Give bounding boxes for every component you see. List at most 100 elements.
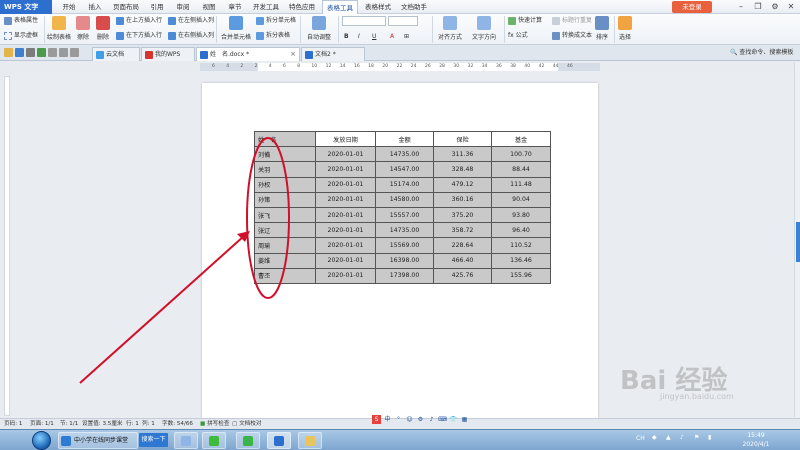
tab-active-document[interactable]: 姓 名.docx * ×: [196, 47, 300, 61]
scrollbar-thumb[interactable]: [796, 222, 800, 262]
bold-icon[interactable]: B: [344, 32, 349, 42]
tray-flag-icon[interactable]: ⚑: [694, 434, 699, 441]
table-cell[interactable]: 14547.00: [375, 161, 434, 178]
quick-calc-button[interactable]: 快速计算: [508, 16, 542, 26]
taskbar-app-3[interactable]: [236, 432, 260, 449]
name-cell[interactable]: 关羽: [254, 161, 316, 178]
header-cell[interactable]: 发放日期: [315, 130, 376, 148]
table-cell[interactable]: 2020-01-01: [315, 146, 376, 163]
header-cell[interactable]: 金额: [375, 130, 434, 148]
border-icon[interactable]: ⊞: [404, 32, 409, 42]
menu-item[interactable]: 引用: [146, 0, 168, 14]
table-cell[interactable]: 2020-01-01: [315, 191, 376, 208]
table-cell[interactable]: 2020-01-01: [315, 206, 376, 224]
name-cell[interactable]: 曹丕: [254, 267, 316, 284]
table-cell[interactable]: 16398.00: [375, 252, 434, 269]
table-cell[interactable]: 88.44: [491, 161, 551, 178]
close-tab-icon[interactable]: ×: [290, 48, 296, 61]
restore-icon[interactable]: ❐: [752, 1, 764, 13]
title-repeat-button[interactable]: 标题行重复: [552, 16, 592, 26]
ime-toolbar[interactable]: S 中 ° ☺ ⚙ ♪ ⌨ 👕 ▦: [372, 415, 471, 427]
table-cell[interactable]: 15569.00: [375, 237, 434, 254]
toolbox-icon[interactable]: ▦: [460, 415, 469, 424]
app-menu-button[interactable]: WPS 文字: [0, 0, 52, 14]
align-button[interactable]: 对齐方式: [434, 16, 466, 41]
horizontal-ruler[interactable]: 6 4 2 2 4 6 8 10 12 14 16 18 20 22 24 26 28 30 32 34 36 38 40 4…: [200, 63, 600, 71]
table-props-button[interactable]: 表格属性: [4, 16, 38, 26]
tab-cloud-doc[interactable]: 云文档: [92, 47, 140, 61]
mic-icon[interactable]: ♪: [427, 415, 436, 424]
login-button[interactable]: 未登录: [672, 1, 712, 13]
insert-right-button[interactable]: 在右侧插入列: [168, 31, 214, 41]
menu-item[interactable]: 特色应用: [286, 0, 318, 14]
table-cell[interactable]: 311.36: [433, 146, 492, 163]
name-cell[interactable]: 周瑜: [254, 237, 316, 254]
insert-below-button[interactable]: 在下方插入行: [116, 31, 162, 41]
split-table-button[interactable]: 拆分表格: [256, 31, 290, 41]
system-clock[interactable]: 15:49 2020/4/1: [735, 431, 777, 449]
table-cell[interactable]: 15557.00: [375, 206, 434, 224]
table-cell[interactable]: 90.04: [491, 191, 551, 208]
table-cell[interactable]: 360.16: [433, 191, 492, 208]
chinese-mode-icon[interactable]: 中: [383, 415, 392, 424]
table-cell[interactable]: 110.52: [491, 237, 551, 254]
tray-network-icon[interactable]: ▲: [666, 434, 671, 441]
vertical-ruler[interactable]: [4, 76, 10, 416]
table-cell[interactable]: 155.96: [491, 267, 551, 284]
name-cell[interactable]: 张辽: [254, 222, 316, 239]
tray-volume-icon[interactable]: ♪: [680, 434, 684, 441]
formula-button[interactable]: fx 公式: [508, 31, 528, 41]
undo-icon[interactable]: [59, 48, 68, 57]
table-cell[interactable]: 14580.00: [375, 191, 434, 208]
table-cell[interactable]: 2020-01-01: [315, 161, 376, 178]
table-cell[interactable]: 17398.00: [375, 267, 434, 284]
insert-left-button[interactable]: 在左侧插入列: [168, 16, 214, 26]
tab-document-2[interactable]: 文档2 *: [301, 47, 365, 61]
name-cell[interactable]: 张飞: [254, 206, 316, 224]
tray-shield-icon[interactable]: ◆: [652, 434, 657, 441]
table-cell[interactable]: 2020-01-01: [315, 252, 376, 269]
table-cell[interactable]: 466.40: [433, 252, 492, 269]
italic-icon[interactable]: I: [358, 32, 360, 42]
ime-indicator[interactable]: CH: [636, 435, 645, 442]
table-cell[interactable]: 479.12: [433, 176, 492, 193]
header-cell[interactable]: 基金: [491, 130, 551, 148]
select-button[interactable]: 选择: [616, 16, 634, 41]
close-icon[interactable]: ✕: [785, 1, 797, 13]
table-cell[interactable]: 2020-01-01: [315, 176, 376, 193]
menu-item[interactable]: 审阅: [172, 0, 194, 14]
name-cell[interactable]: 姜维: [254, 252, 316, 269]
find-command[interactable]: 🔍 查找命令、搜索模板: [730, 47, 793, 59]
open-icon[interactable]: [4, 48, 13, 57]
taskbar-app-1[interactable]: [174, 432, 198, 449]
name-cell[interactable]: 孙策: [254, 191, 316, 208]
font-name-select[interactable]: [342, 16, 386, 26]
underline-icon[interactable]: U: [372, 32, 376, 42]
redo-icon[interactable]: [70, 48, 79, 57]
start-button[interactable]: [32, 431, 51, 450]
table-cell[interactable]: 328.48: [433, 161, 492, 178]
minimize-icon[interactable]: –: [735, 1, 747, 13]
table-cell[interactable]: 2020-01-01: [315, 267, 376, 284]
preview-icon[interactable]: [37, 48, 46, 57]
header-cell[interactable]: 保险: [433, 130, 492, 148]
sort-button[interactable]: 排序: [594, 16, 610, 41]
cut-icon[interactable]: [48, 48, 57, 57]
show-gridlines-button[interactable]: 显示虚框: [4, 31, 38, 41]
settings-icon[interactable]: ⚙: [416, 415, 425, 424]
keyboard-icon[interactable]: ⌨: [438, 415, 447, 424]
tab-my-wps[interactable]: 我的WPS: [141, 47, 195, 61]
menu-item[interactable]: 页面布局: [110, 0, 142, 14]
taskbar-app-2[interactable]: [202, 432, 226, 449]
menu-item[interactable]: 插入: [84, 0, 106, 14]
taskbar-wps-writer[interactable]: [267, 432, 291, 449]
font-color-icon[interactable]: A: [390, 32, 394, 42]
table-cell[interactable]: 425.76: [433, 267, 492, 284]
salary-table[interactable]: 姓 名 发放日期 金额 保险 基金 刘備 2020-01-01 14735.00 31…: [254, 130, 551, 284]
settings-icon[interactable]: ⚙: [769, 1, 781, 13]
table-cell[interactable]: 2020-01-01: [315, 237, 376, 254]
tray-battery-icon[interactable]: ▮: [708, 434, 711, 441]
taskbar-app-5[interactable]: [298, 432, 322, 449]
name-cell[interactable]: 孙权: [254, 176, 316, 193]
draw-table-button[interactable]: 绘制表格: [46, 16, 72, 41]
